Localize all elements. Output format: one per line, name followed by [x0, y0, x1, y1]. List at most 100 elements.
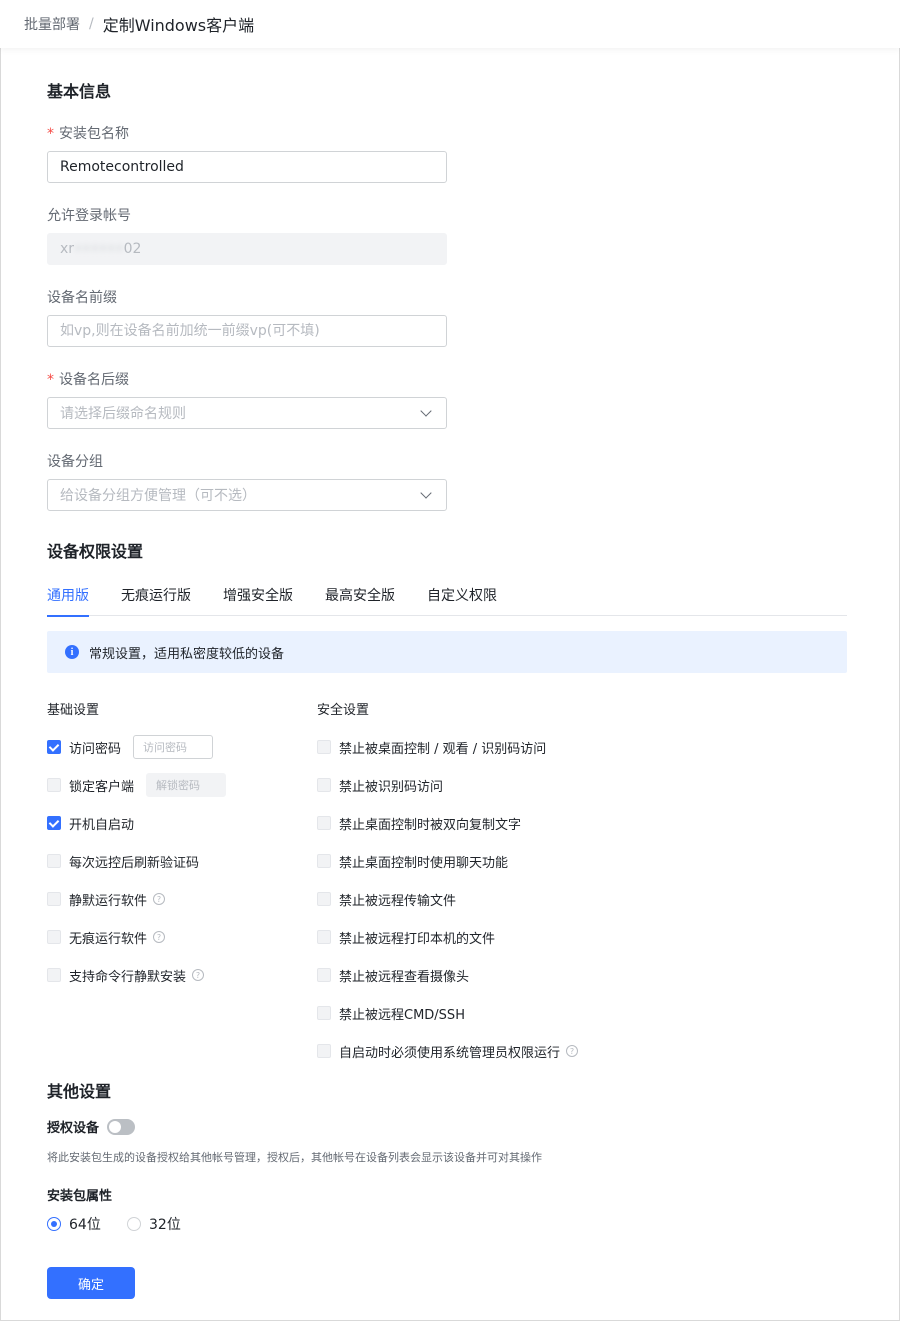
checkbox[interactable]	[317, 892, 331, 906]
tab-general[interactable]: 通用版	[47, 585, 89, 617]
option-label: 禁止被远程查看摄像头	[339, 969, 470, 985]
option-forbid-cmd-ssh[interactable]: 禁止被远程CMD/SSH	[317, 1001, 465, 1025]
option-silent-run[interactable]: 静默运行软件 ?	[47, 887, 166, 911]
checkbox[interactable]	[47, 740, 61, 754]
package-name-value: Remotecontrolled	[60, 159, 184, 175]
device-prefix-label: 设备名前缀	[47, 290, 117, 306]
radio-button[interactable]	[47, 1217, 61, 1231]
option-forbid-clipboard[interactable]: 禁止桌面控制时被双向复制文字	[317, 811, 521, 835]
question-circle-icon[interactable]: ?	[153, 931, 166, 943]
checkbox[interactable]	[317, 854, 331, 868]
checkbox[interactable]	[317, 816, 331, 830]
option-forbid-id-access[interactable]: 禁止被识别码访问	[317, 773, 443, 797]
checkbox[interactable]	[47, 930, 61, 944]
question-circle-icon[interactable]: ?	[566, 1045, 579, 1057]
option-traceless-run[interactable]: 无痕运行软件 ?	[47, 925, 166, 949]
radio-32bit[interactable]: 32位	[127, 1214, 181, 1234]
auth-device-description: 将此安装包生成的设备授权给其他帐号管理，授权后，其他帐号在设备列表会显示该设备并…	[47, 1151, 542, 1164]
option-label: 禁止桌面控制时使用聊天功能	[339, 855, 509, 871]
required-mark: *	[47, 372, 54, 388]
checkbox[interactable]	[317, 740, 331, 754]
option-forbid-remote-print[interactable]: 禁止被远程打印本机的文件	[317, 925, 495, 949]
checkbox[interactable]	[317, 930, 331, 944]
unlock-password-input: 解锁密码	[146, 773, 227, 797]
option-label: 锁定客户端	[69, 779, 135, 795]
option-access-password[interactable]: 访问密码 访问密码	[47, 735, 214, 759]
basic-info-title: 基本信息	[47, 82, 112, 101]
login-account-label: 允许登录帐号	[47, 208, 131, 224]
device-group-label: 设备分组	[47, 454, 103, 470]
option-forbid-chat[interactable]: 禁止桌面控制时使用聊天功能	[317, 849, 508, 873]
checkbox[interactable]	[317, 778, 331, 792]
checkbox[interactable]	[47, 816, 61, 830]
tab-traceless[interactable]: 无痕运行版	[121, 585, 191, 616]
option-label: 无痕运行软件	[69, 931, 148, 947]
question-circle-icon[interactable]: ?	[153, 893, 166, 905]
option-forbid-camera[interactable]: 禁止被远程查看摄像头	[317, 963, 469, 987]
confirm-button[interactable]: 确定	[47, 1267, 135, 1299]
radio-label: 64位	[69, 1217, 101, 1233]
tab-max-security[interactable]: 最高安全版	[325, 585, 395, 616]
checkbox[interactable]	[317, 968, 331, 982]
option-label: 禁止被远程CMD/SSH	[339, 1007, 465, 1023]
auth-device-toggle[interactable]	[107, 1118, 136, 1135]
option-label: 每次远控后刷新验证码	[69, 855, 200, 871]
device-suffix-label-text: 设备名后缀	[59, 372, 129, 388]
tab-custom[interactable]: 自定义权限	[427, 585, 497, 616]
toggle-knob	[109, 1120, 122, 1133]
info-icon: i	[65, 645, 79, 659]
checkbox[interactable]	[317, 1006, 331, 1020]
radio-64bit[interactable]: 64位	[47, 1214, 101, 1234]
option-forbid-file-transfer[interactable]: 禁止被远程传输文件	[317, 887, 456, 911]
device-suffix-label: * 设备名后缀	[47, 369, 129, 389]
checkbox[interactable]	[47, 778, 61, 792]
checkbox[interactable]	[47, 892, 61, 906]
basic-settings-title: 基础设置	[47, 703, 100, 718]
breadcrumb-current: 定制Windows客户端	[102, 16, 255, 35]
login-account-input: xr •••••• 02	[47, 233, 447, 265]
option-admin-autostart[interactable]: 自启动时必须使用系统管理员权限运行 ?	[317, 1039, 579, 1063]
login-account-suffix: 02	[123, 241, 142, 257]
checkbox[interactable]	[317, 1044, 331, 1058]
device-group-placeholder: 给设备分组方便管理（可不选）	[60, 488, 256, 504]
device-group-select[interactable]: 给设备分组方便管理（可不选）	[47, 479, 447, 511]
breadcrumb-separator: /	[89, 16, 94, 32]
checkbox[interactable]	[47, 854, 61, 868]
required-mark: *	[47, 126, 54, 142]
option-label: 自启动时必须使用系统管理员权限运行	[339, 1045, 561, 1061]
package-arch-label: 安装包属性	[47, 1189, 113, 1204]
radio-button[interactable]	[127, 1217, 141, 1231]
device-suffix-select[interactable]: 请选择后缀命名规则	[47, 397, 447, 429]
option-label: 支持命令行静默安装	[69, 969, 187, 985]
option-cmd-silent-install[interactable]: 支持命令行静默安装 ?	[47, 963, 205, 987]
permission-tabs: 通用版 无痕运行版 增强安全版 最高安全版 自定义权限	[47, 585, 847, 617]
option-label: 开机自启动	[69, 817, 135, 833]
login-account-masked: ••••••	[74, 241, 124, 257]
tab-enhanced-security[interactable]: 增强安全版	[223, 585, 293, 616]
package-name-input[interactable]: Remotecontrolled	[47, 151, 447, 183]
option-forbid-desktop-control[interactable]: 禁止被桌面控制 / 观看 / 识别码访问	[317, 735, 546, 759]
option-autostart[interactable]: 开机自启动	[47, 811, 134, 835]
device-prefix-input[interactable]	[47, 315, 447, 347]
option-label: 禁止被桌面控制 / 观看 / 识别码访问	[339, 741, 547, 757]
device-suffix-placeholder: 请选择后缀命名规则	[60, 406, 186, 422]
permissions-title: 设备权限设置	[47, 542, 144, 561]
option-refresh-code[interactable]: 每次远控后刷新验证码	[47, 849, 199, 873]
breadcrumb: 批量部署 / 定制Windows客户端	[0, 0, 900, 48]
access-password-input[interactable]: 访问密码	[133, 735, 214, 759]
checkbox[interactable]	[47, 968, 61, 982]
breadcrumb-root[interactable]: 批量部署	[24, 14, 80, 34]
option-label: 访问密码	[69, 741, 122, 757]
login-account-prefix: xr	[60, 241, 75, 257]
chevron-down-icon	[420, 405, 432, 417]
other-settings-title: 其他设置	[47, 1082, 112, 1101]
notice-banner: i 常规设置，适用私密度较低的设备	[47, 631, 847, 673]
question-circle-icon[interactable]: ?	[192, 969, 205, 981]
auth-device-label: 授权设备	[47, 1121, 100, 1136]
option-lock-client[interactable]: 锁定客户端 解锁密码	[47, 773, 227, 797]
notice-text: 常规设置，适用私密度较低的设备	[89, 646, 285, 662]
chevron-down-icon	[420, 487, 432, 499]
option-label: 禁止被远程传输文件	[339, 893, 457, 909]
option-label: 禁止被远程打印本机的文件	[339, 931, 496, 947]
package-name-label-text: 安装包名称	[59, 126, 129, 142]
